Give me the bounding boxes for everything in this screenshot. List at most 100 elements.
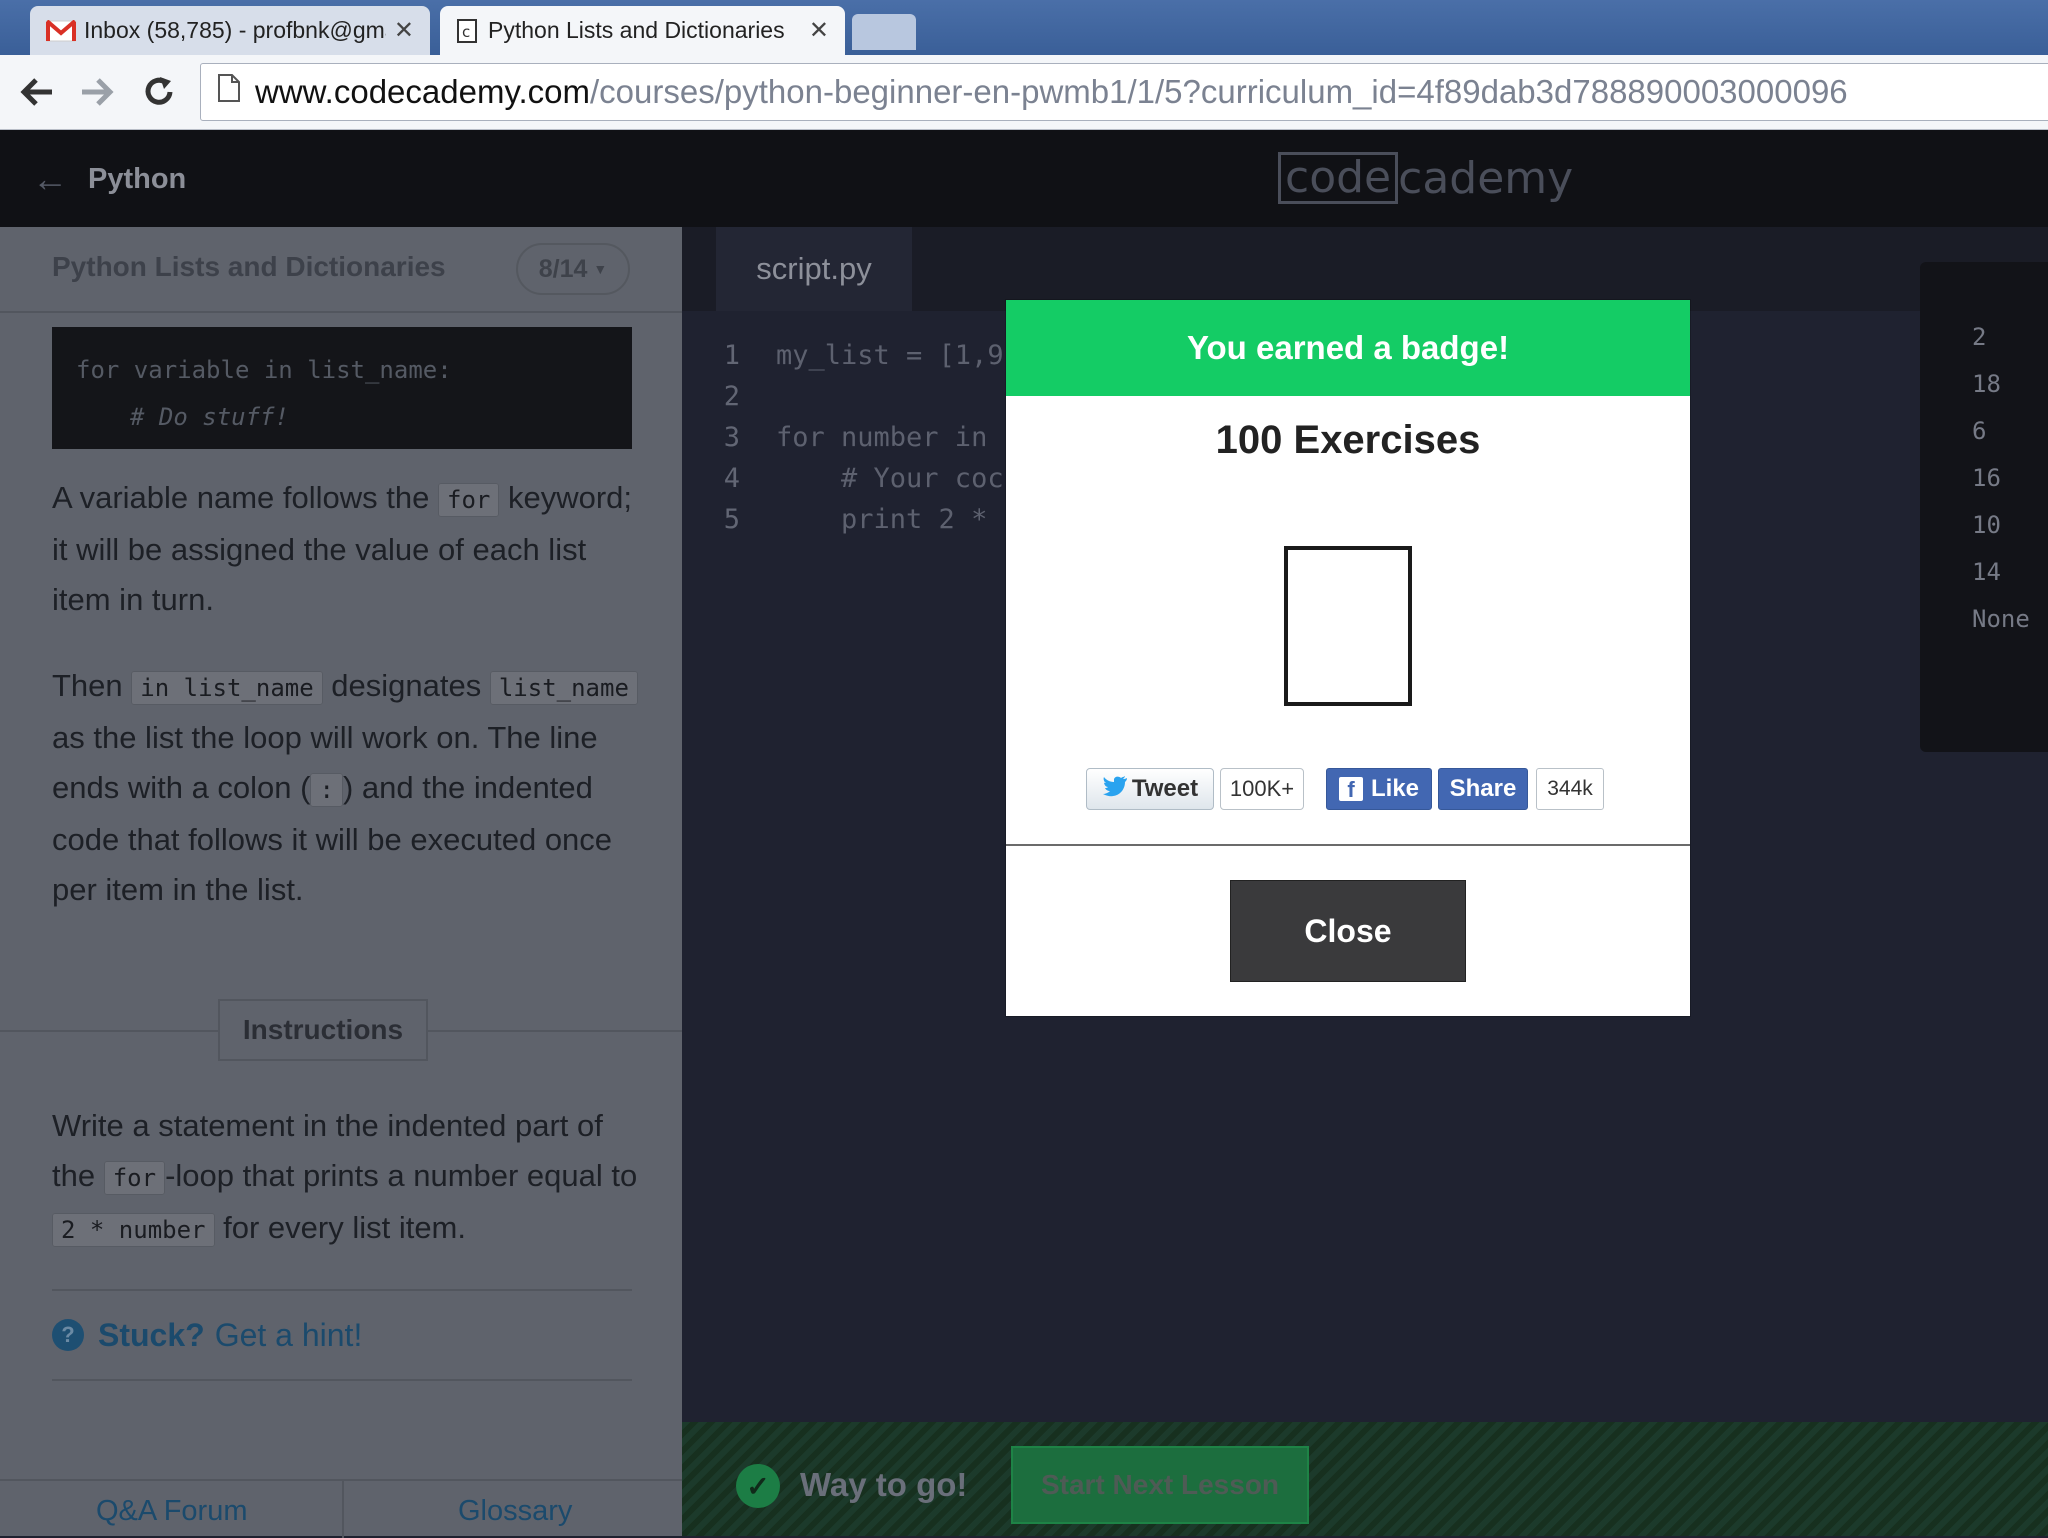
inline-code: in list_name [131, 671, 323, 705]
code-text: print 2 * [776, 504, 1004, 535]
line-number: 3 [723, 422, 740, 453]
qa-forum-link[interactable]: Q&A Forum [96, 1495, 248, 1528]
code-text: for number in [776, 422, 1004, 453]
back-arrow-icon[interactable] [14, 69, 60, 115]
instructions-text: Write a statement in the indented part o… [52, 1101, 652, 1255]
tab-label: Inbox (58,785) - profbnk@gmail.com [84, 17, 386, 43]
output-line: None [1972, 605, 2030, 633]
caret-down-icon: ▼ [593, 261, 608, 277]
inline-code: list_name [489, 671, 638, 705]
badge-modal: You earned a badge! 100 Exercises Tweet … [1006, 300, 1690, 1016]
get-hint-link[interactable]: Get a hint! [215, 1317, 363, 1354]
browser-toolbar: www.codecademy.com/courses/python-beginn… [0, 55, 2048, 130]
line-number: 1 [723, 340, 740, 371]
line-number: 2 [723, 381, 740, 412]
text: Then [52, 668, 132, 703]
course-name: Python [88, 162, 187, 195]
output-line: 18 [1972, 370, 2001, 398]
code-line: 2 [682, 376, 1004, 417]
output-line: 2 [1972, 323, 1987, 351]
close-icon[interactable]: ✕ [394, 16, 414, 45]
back-to-course-link[interactable]: ← Python [32, 158, 186, 200]
output-line: 6 [1972, 417, 1987, 445]
facebook-icon: f [1338, 777, 1363, 801]
tab-label: Python Lists and Dictionaries [488, 17, 785, 43]
exercise-progress-dropdown[interactable]: 8/14 ▼ [516, 243, 630, 295]
code-content: my_list = [1,9 [776, 340, 1004, 371]
browser-tab-strip: Inbox (58,785) - profbnk@gmail.com ✕ c P… [0, 0, 2048, 55]
tab-script-py[interactable]: script.py [716, 227, 912, 311]
output-line: 16 [1972, 464, 2001, 492]
logo-rest-part: cademy [1398, 152, 1574, 204]
close-button[interactable]: Close [1230, 880, 1466, 982]
badge-name: 100 Exercises [1215, 418, 1481, 462]
line-number: 4 [723, 463, 740, 494]
success-message: Way to go! [800, 1466, 968, 1503]
tab-python-lists[interactable]: c Python Lists and Dictionaries ✕ [440, 6, 845, 55]
editor-tab-strip: script.py [682, 227, 2048, 311]
line-number: 5 [723, 504, 740, 535]
instructions-heading: Instructions [218, 999, 428, 1061]
inline-code: for [103, 1161, 166, 1195]
inline-code: : [310, 773, 343, 807]
code-text: my_list = [1,9 [776, 335, 1004, 376]
new-tab-button[interactable] [852, 14, 916, 50]
stuck-label: Stuck? [98, 1316, 205, 1353]
hint-bar[interactable]: ? Stuck? Get a hint! [52, 1289, 632, 1381]
start-next-lesson-button[interactable]: Start Next Lesson [1011, 1446, 1309, 1524]
page-icon [217, 73, 241, 111]
modal-header: You earned a badge! [1006, 300, 1690, 396]
lesson-title-bar: Python Lists and Dictionaries 8/14 ▼ [0, 227, 682, 313]
facebook-share-button[interactable]: Share [1438, 768, 1528, 810]
tweet-label: Tweet [1131, 775, 1199, 802]
url-host: www.codecademy.com [255, 73, 591, 110]
divider [1006, 844, 1690, 846]
reload-icon[interactable] [136, 69, 182, 115]
code-line: 3 for number in [682, 417, 1004, 458]
inline-code: for [438, 483, 500, 517]
code-sample-block: for variable in list_name: # Do stuff! [52, 327, 632, 449]
codecademy-favicon-icon: c [456, 18, 480, 44]
progress-label: 8/14 [538, 254, 588, 283]
console-output: 2 18 6 16 10 14 None [1920, 262, 2048, 752]
lesson-footer: Q&A Forum Glossary [0, 1479, 682, 1538]
code-text: # Your coc [776, 463, 1004, 494]
share-count: 344k [1536, 768, 1604, 810]
tweet-count: 100K+ [1220, 768, 1304, 810]
badge-image-placeholder [1284, 546, 1412, 706]
divider [342, 1481, 344, 1538]
gmail-icon [46, 19, 76, 42]
tab-gmail-inbox[interactable]: Inbox (58,785) - profbnk@gmail.com ✕ [30, 6, 430, 55]
lesson-paragraph: Then in list_name designates list_name a… [52, 661, 652, 915]
glossary-link[interactable]: Glossary [458, 1495, 572, 1528]
site-header: ← Python code cademy [0, 130, 2048, 227]
twitter-bird-icon [1102, 775, 1128, 804]
url-path: /courses/python-beginner-en-pwmb1/1/5?cu… [590, 73, 1848, 110]
question-icon: ? [52, 1319, 84, 1351]
checkmark-icon: ✓ [736, 1464, 780, 1508]
codecademy-logo[interactable]: code cademy [1278, 152, 1573, 204]
address-bar[interactable]: www.codecademy.com/courses/python-beginn… [200, 63, 2048, 121]
lesson-title: Python Lists and Dictionaries [52, 251, 446, 282]
code-line: 1 my_list = [1,9 [682, 335, 1004, 376]
text: -loop that prints a number equal to [165, 1158, 638, 1193]
logo-boxed-part: code [1278, 152, 1399, 204]
share-buttons: Tweet 100K+ f Like Share 344k [1006, 768, 1690, 812]
text: A variable name follows the [52, 480, 438, 515]
tweet-button[interactable]: Tweet [1086, 768, 1214, 810]
like-label: Like [1370, 775, 1420, 802]
forward-arrow-icon[interactable] [74, 69, 120, 115]
lesson-paragraph: A variable name follows the for keyword;… [52, 473, 652, 625]
output-line: 10 [1972, 511, 2001, 539]
code-line: 5 print 2 * [682, 499, 1004, 540]
code-sample-comment: # Do stuff! [130, 403, 289, 431]
code-area[interactable]: 1 my_list = [1,9 2 3 for number in 4 # You… [682, 335, 1004, 540]
text: designates [322, 668, 490, 703]
back-arrow-icon: ← [32, 158, 68, 199]
code-line: 4 # Your coc [682, 458, 1004, 499]
svg-text:c: c [462, 23, 470, 41]
lesson-panel: Python Lists and Dictionaries 8/14 ▼ for… [0, 227, 682, 1538]
facebook-like-button[interactable]: f Like [1326, 768, 1432, 810]
close-icon[interactable]: ✕ [809, 16, 829, 45]
text: for every list item. [214, 1210, 466, 1245]
